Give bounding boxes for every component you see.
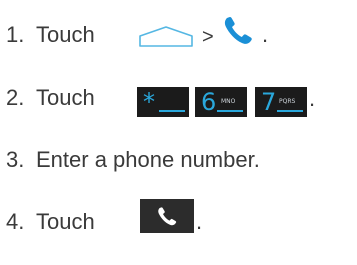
step-number: 3. [6, 147, 25, 172]
step-number: 2. [6, 85, 25, 110]
period: . [262, 22, 269, 47]
six-key: 6 MNO [195, 87, 247, 117]
star-key: * [137, 87, 189, 117]
step-text: Touch [36, 85, 95, 110]
step-text: Enter a phone number. [36, 147, 260, 172]
step-number: 1. [6, 22, 25, 47]
step-3: 3. Enter a phone number. [6, 147, 260, 173]
key-underline [277, 110, 303, 112]
period: . [309, 86, 316, 111]
phone-call-icon [158, 207, 177, 226]
key-sub-label: MNO [221, 98, 236, 105]
step-4: 4. Touch [6, 209, 95, 235]
step-text: Touch [36, 209, 95, 234]
key-underline [217, 110, 243, 112]
step-1: 1. Touch [6, 22, 95, 48]
step-text: Touch [36, 22, 95, 47]
separator: > [202, 26, 214, 48]
key-main-label: 6 [201, 88, 217, 116]
step-2: 2. Touch [6, 85, 95, 111]
key-underline [159, 110, 185, 112]
phone-icon [224, 17, 252, 44]
seven-key: 7 PQRS [255, 87, 307, 117]
step-number: 4. [6, 209, 25, 234]
key-main-label: * [143, 88, 155, 116]
key-sub-label: PQRS [279, 98, 296, 105]
key-main-label: 7 [261, 88, 277, 116]
home-outline-icon [139, 26, 193, 47]
call-button [140, 199, 194, 233]
period: . [196, 209, 203, 234]
